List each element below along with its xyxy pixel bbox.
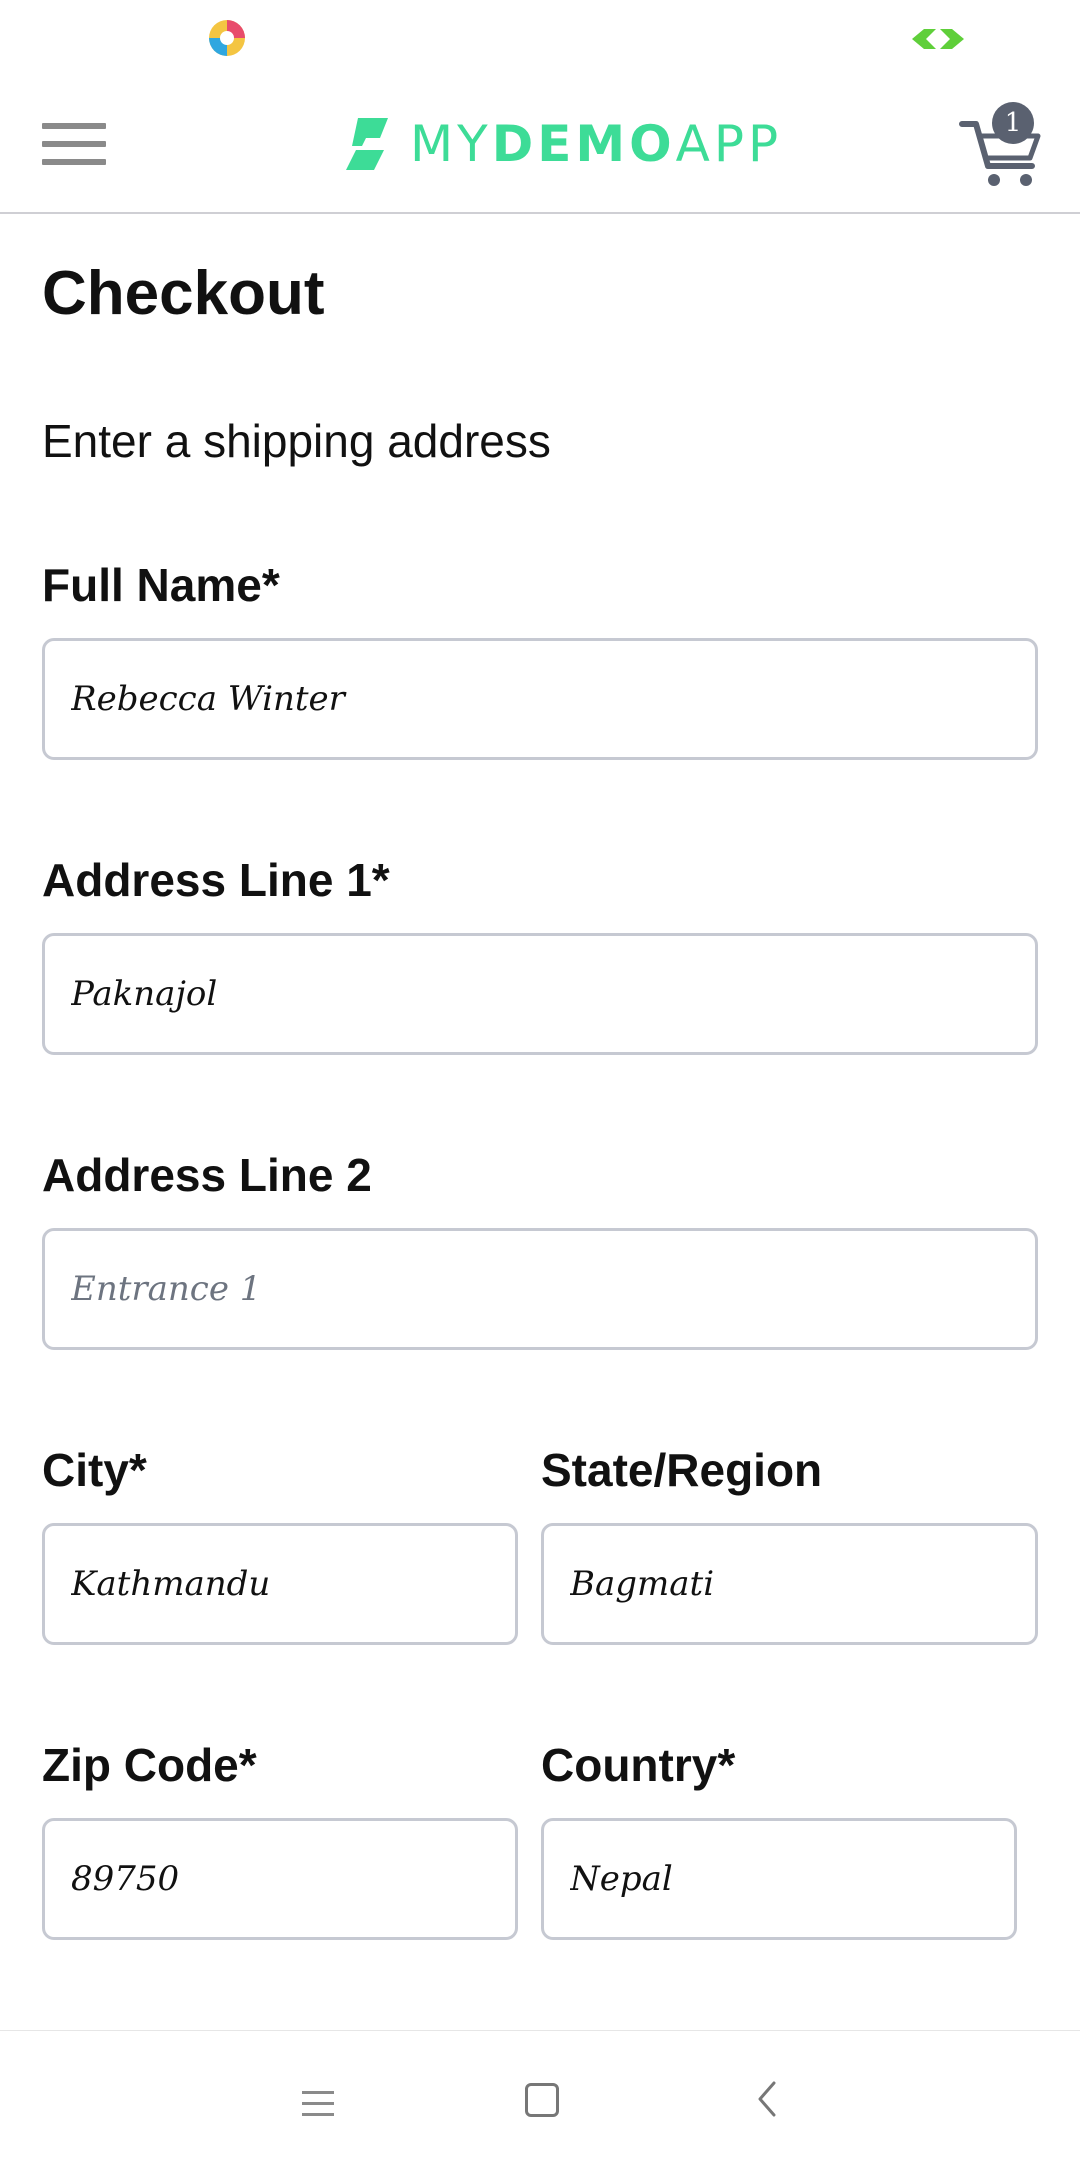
full-name-input[interactable] bbox=[42, 638, 1038, 760]
section-title: Enter a shipping address bbox=[42, 415, 551, 467]
address-line1-label: Address Line 1* bbox=[42, 854, 390, 906]
logo-text: MYDEMOAPP bbox=[410, 115, 782, 173]
country-input[interactable] bbox=[541, 1818, 1017, 1940]
app-header: MYDEMOAPP 1 bbox=[0, 80, 1080, 214]
logo-text-demo: DEMO bbox=[491, 115, 676, 173]
country-label: Country* bbox=[541, 1739, 736, 1791]
status-bar bbox=[0, 0, 1080, 80]
address-line1-input[interactable] bbox=[42, 933, 1038, 1055]
city-input[interactable] bbox=[42, 1523, 518, 1645]
city-label: City* bbox=[42, 1444, 147, 1496]
logo-text-my: MY bbox=[410, 115, 492, 173]
link-icon bbox=[912, 29, 964, 49]
home-icon[interactable] bbox=[525, 2083, 559, 2117]
address-line2-label: Address Line 2 bbox=[42, 1149, 372, 1201]
logo-mark-icon bbox=[346, 118, 388, 170]
page-title: Checkout bbox=[42, 259, 325, 328]
hamburger-menu-icon[interactable] bbox=[42, 123, 106, 169]
zip-code-input[interactable] bbox=[42, 1818, 518, 1940]
address-line2-input[interactable] bbox=[42, 1228, 1038, 1350]
full-name-label: Full Name* bbox=[42, 559, 280, 611]
state-region-input[interactable] bbox=[541, 1523, 1038, 1645]
zip-code-label: Zip Code* bbox=[42, 1739, 257, 1791]
cart-count-badge[interactable]: 1 bbox=[992, 102, 1034, 144]
system-navigation-bar bbox=[0, 2030, 1080, 2161]
app-logo: MYDEMOAPP bbox=[340, 114, 782, 174]
back-icon[interactable] bbox=[752, 2079, 782, 2119]
app-notification-icon bbox=[209, 20, 245, 56]
logo-text-app: APP bbox=[675, 115, 783, 173]
state-region-label: State/Region bbox=[541, 1444, 823, 1496]
recent-apps-icon[interactable] bbox=[302, 2091, 334, 2124]
